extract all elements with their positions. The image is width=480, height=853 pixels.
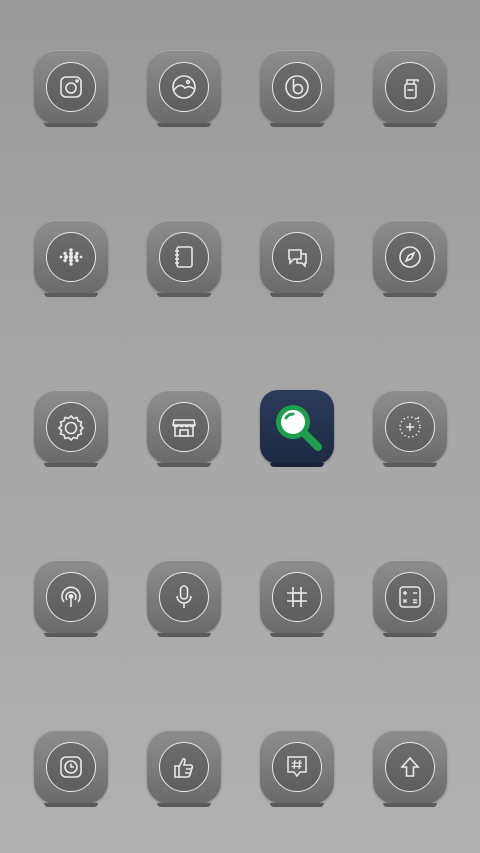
app-chat[interactable]: [260, 220, 334, 300]
app-hash-message[interactable]: [260, 730, 334, 810]
app-calculator[interactable]: [373, 560, 447, 640]
microphone-icon: [159, 572, 209, 622]
app-dots[interactable]: [34, 220, 108, 300]
gallery-icon: [159, 62, 209, 112]
compass-icon: [385, 232, 435, 282]
app-camera[interactable]: [34, 50, 108, 130]
hashtag-icon: [272, 572, 322, 622]
thumbs-up-icon: [159, 742, 209, 792]
dots-grid-icon: [46, 232, 96, 282]
upload-arrow-icon: [385, 742, 435, 792]
calculator-icon: [385, 572, 435, 622]
camera-icon: [46, 62, 96, 112]
app-upload[interactable]: [373, 730, 447, 810]
app-settings[interactable]: [34, 390, 108, 470]
app-thumbs-up[interactable]: [147, 730, 221, 810]
app-music-player[interactable]: [260, 50, 334, 130]
home-screen: [0, 0, 480, 853]
cleaner-bottle-icon: [385, 62, 435, 112]
clock-square-icon: [46, 742, 96, 792]
app-store[interactable]: [147, 390, 221, 470]
app-hashtag[interactable]: [260, 560, 334, 640]
sparkle-clock-icon: [385, 402, 435, 452]
app-cleaner[interactable]: [373, 50, 447, 130]
app-compass[interactable]: [373, 220, 447, 300]
store-icon: [159, 402, 209, 452]
app-gallery[interactable]: [147, 50, 221, 130]
podcast-icon: [46, 572, 96, 622]
app-notebook[interactable]: [147, 220, 221, 300]
app-clock[interactable]: [34, 730, 108, 810]
app-microphone[interactable]: [147, 560, 221, 640]
notebook-icon: [159, 232, 209, 282]
app-search[interactable]: [260, 390, 334, 470]
app-sparkle[interactable]: [373, 390, 447, 470]
app-podcast[interactable]: [34, 560, 108, 640]
search-magnifier-icon: [260, 390, 334, 464]
settings-gear-icon: [46, 402, 96, 452]
chat-bubbles-icon: [272, 232, 322, 282]
music-player-icon: [272, 62, 322, 112]
hash-message-icon: [272, 742, 322, 792]
